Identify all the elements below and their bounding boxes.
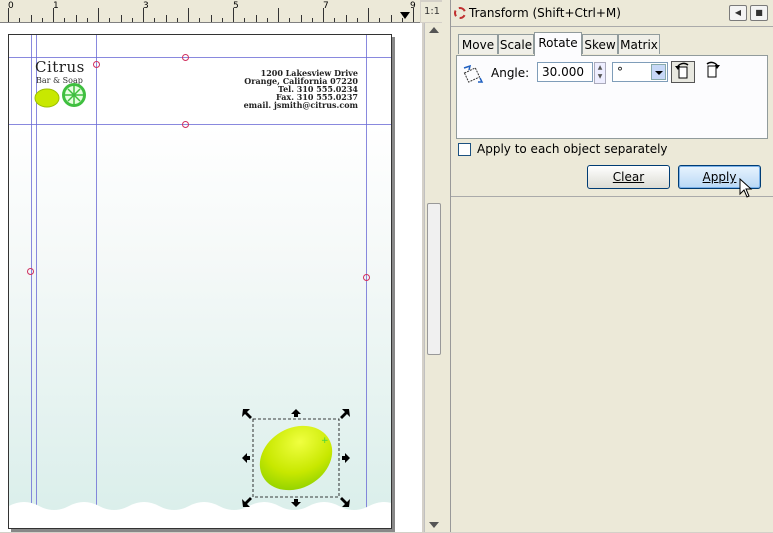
guide-anchor[interactable] <box>182 54 189 61</box>
ruler-tick <box>379 18 380 22</box>
rotate-clockwise-button[interactable] <box>701 61 725 83</box>
selected-lemon-object[interactable]: + <box>241 408 351 508</box>
rotate-counterclockwise-button[interactable] <box>671 61 695 83</box>
rotate-angle-icon <box>463 64 484 83</box>
guide-anchor[interactable] <box>363 274 370 281</box>
ruler-tick <box>98 8 99 22</box>
ruler-tick <box>267 18 268 22</box>
angle-input[interactable] <box>537 62 593 82</box>
guide-vertical[interactable] <box>31 35 32 528</box>
tab-rotate[interactable]: Rotate <box>534 32 582 56</box>
transform-icon <box>454 7 466 19</box>
ruler-tick <box>312 18 313 22</box>
dialog-titlebar[interactable]: Transform (Shift+Ctrl+M) ◀ ■ <box>451 0 773 27</box>
drawing-canvas[interactable]: Citrus Bar & Soap 1200 Lakesview Drive O… <box>0 23 422 532</box>
ruler-tick <box>256 15 257 22</box>
ruler-tick <box>301 15 302 22</box>
ruler-tick <box>19 18 20 22</box>
guide-vertical[interactable] <box>96 35 97 528</box>
ruler-tick <box>289 18 290 22</box>
ruler-position-marker <box>400 12 410 19</box>
logo-company-name: Citrus <box>35 58 85 76</box>
clear-button[interactable]: Clear <box>587 165 670 189</box>
dialog-title: Transform (Shift+Ctrl+M) <box>469 6 621 20</box>
tab-skew[interactable]: Skew <box>582 34 618 54</box>
guide-anchor[interactable] <box>93 61 100 68</box>
rotate-ccw-icon <box>675 62 689 79</box>
ruler-tick <box>222 18 223 22</box>
panel-divider[interactable] <box>442 0 451 532</box>
angle-spinner[interactable]: ▲ ▼ <box>594 62 606 84</box>
ruler-tick <box>8 8 9 22</box>
ruler-tick <box>368 8 369 22</box>
ruler-tick <box>31 15 32 22</box>
dialog-empty-area <box>451 196 773 533</box>
checkbox-box[interactable] <box>458 143 471 156</box>
horizontal-ruler[interactable]: 0 1 3 5 7 9 <box>0 0 420 23</box>
mouse-pointer-icon <box>739 178 753 198</box>
scroll-up-arrow[interactable] <box>429 27 439 33</box>
ruler-tick <box>334 18 335 22</box>
ruler-tick <box>199 18 200 22</box>
ruler-tick <box>76 15 77 22</box>
angle-label: Angle: <box>491 66 530 80</box>
ruler-tick <box>166 15 167 22</box>
transform-dialog: Transform (Shift+Ctrl+M) ◀ ■ Move Scale … <box>451 0 773 532</box>
ruler-tick <box>154 18 155 22</box>
ruler-tick <box>121 15 122 22</box>
ruler-tick <box>53 8 54 22</box>
citrus-logo-icon <box>34 83 86 108</box>
ruler-tick <box>357 18 358 22</box>
zoom-1-1-button[interactable]: 1:1 <box>421 2 443 22</box>
angle-unit-select[interactable]: ° <box>612 62 668 82</box>
guide-anchor[interactable] <box>182 121 189 128</box>
guide-horizontal[interactable] <box>9 124 391 125</box>
ruler-tick <box>346 15 347 22</box>
tab-scale[interactable]: Scale <box>498 34 534 54</box>
ruler-tick <box>132 18 133 22</box>
letterhead-address: 1200 Lakesview Drive Orange, California … <box>244 69 358 109</box>
unit-value: ° <box>617 65 623 79</box>
guide-vertical[interactable] <box>366 35 367 528</box>
close-icon[interactable]: ■ <box>750 5 768 21</box>
guide-anchor[interactable] <box>27 268 34 275</box>
ruler-tick <box>177 18 178 22</box>
svg-text:+: + <box>321 436 329 446</box>
ruler-tick <box>64 18 65 22</box>
rotate-cw-icon <box>706 61 720 78</box>
collapse-icon[interactable]: ◀ <box>729 5 747 21</box>
ruler-tick <box>233 8 234 22</box>
letterhead-page: Citrus Bar & Soap 1200 Lakesview Drive O… <box>8 34 392 529</box>
ruler-tick <box>42 18 43 22</box>
ruler-tick <box>143 8 144 22</box>
ruler-tick <box>391 15 392 22</box>
chevron-down-icon[interactable] <box>651 64 666 80</box>
ruler-tick <box>278 8 279 22</box>
apply-each-label: Apply to each object separately <box>477 142 668 156</box>
rotate-panel: Angle: ▲▼ ° <box>456 55 768 139</box>
vertical-scrollbar[interactable] <box>424 23 443 532</box>
scroll-down-arrow[interactable] <box>429 522 439 528</box>
tab-matrix[interactable]: Matrix <box>618 34 660 54</box>
tab-move[interactable]: Move <box>458 34 498 54</box>
ruler-tick <box>413 8 414 22</box>
ruler-tick <box>323 8 324 22</box>
ruler-tick <box>109 18 110 22</box>
ruler-tick <box>87 18 88 22</box>
ruler-tick <box>211 15 212 22</box>
address-line: email. jsmith@citrus.com <box>243 100 358 110</box>
scroll-thumb[interactable] <box>427 203 441 355</box>
ruler-tick <box>244 18 245 22</box>
ruler-tick <box>188 8 189 22</box>
